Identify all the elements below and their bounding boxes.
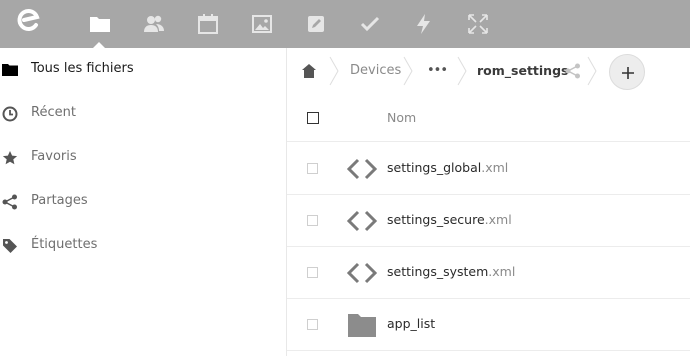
sidebar-item-label: Partages — [31, 193, 88, 208]
file-name[interactable]: settings_global.xml — [387, 160, 508, 175]
breadcrumb-separator — [457, 56, 467, 86]
sidebar-item-tags[interactable]: Étiquettes — [0, 224, 286, 268]
new-button[interactable] — [609, 54, 645, 90]
file-extension: .xml — [481, 160, 509, 175]
file-basename: app_list — [387, 316, 436, 331]
sidebar-item-shares[interactable]: Partages — [0, 180, 286, 224]
file-checkbox[interactable] — [307, 215, 318, 226]
checkmark-icon[interactable] — [358, 12, 382, 36]
tag-icon — [2, 238, 18, 254]
code-file-icon — [347, 260, 377, 286]
share-icon[interactable] — [565, 63, 581, 79]
file-checkbox[interactable] — [307, 267, 318, 278]
star-icon — [2, 150, 18, 166]
sidebar-item-label: Tous les fichiers — [31, 61, 134, 76]
sidebar: Tous les fichiers Récent Favoris Partage… — [0, 48, 287, 356]
file-extension: .xml — [484, 212, 512, 227]
sidebar-item-label: Récent — [31, 105, 76, 120]
sidebar-item-label: Étiquettes — [31, 237, 98, 252]
sidebar-item-all-files[interactable]: Tous les fichiers — [0, 48, 286, 92]
folder-icon — [347, 312, 377, 338]
file-list: Nom settings_global.xml settings_secure.… — [287, 96, 690, 356]
file-row[interactable]: settings_system.xml — [287, 247, 690, 299]
file-list-header: Nom — [287, 96, 690, 142]
clock-icon — [2, 106, 18, 122]
file-name[interactable]: app_list — [387, 316, 435, 331]
file-checkbox[interactable] — [307, 319, 318, 330]
file-row[interactable]: settings_global.xml — [287, 143, 690, 195]
file-basename: settings_system — [387, 264, 489, 279]
image-icon[interactable] — [250, 12, 274, 36]
home-icon[interactable] — [301, 63, 317, 79]
breadcrumb: Devices ••• rom_settings — [287, 48, 690, 96]
breadcrumb-separator — [403, 56, 413, 86]
breadcrumb-separator — [329, 56, 339, 86]
breadcrumb-current-folder[interactable]: rom_settings — [477, 63, 568, 78]
top-header — [0, 0, 690, 48]
file-basename: settings_global — [387, 160, 482, 175]
expand-icon[interactable] — [466, 12, 490, 36]
calendar-icon[interactable] — [196, 12, 220, 36]
file-row[interactable]: settings_secure.xml — [287, 195, 690, 247]
breadcrumb-separator — [587, 56, 597, 86]
code-file-icon — [347, 208, 377, 234]
breadcrumb-devices[interactable]: Devices — [350, 63, 401, 78]
file-checkbox[interactable] — [307, 163, 318, 174]
plus-icon — [622, 67, 634, 79]
folder-icon — [2, 62, 18, 78]
file-name[interactable]: settings_secure.xml — [387, 212, 512, 227]
file-row[interactable]: app_list — [287, 299, 690, 351]
edit-icon[interactable] — [304, 12, 328, 36]
file-basename: settings_secure — [387, 212, 485, 227]
code-file-icon — [347, 156, 377, 182]
file-name[interactable]: settings_system.xml — [387, 264, 515, 279]
breadcrumb-more[interactable]: ••• — [427, 63, 448, 78]
select-all-checkbox[interactable] — [307, 112, 319, 124]
share-icon — [2, 194, 18, 210]
logo-icon[interactable] — [14, 6, 44, 36]
file-extension: .xml — [488, 264, 516, 279]
sidebar-item-recent[interactable]: Récent — [0, 92, 286, 136]
sidebar-item-favorites[interactable]: Favoris — [0, 136, 286, 180]
contacts-icon[interactable] — [142, 12, 166, 36]
lightning-icon[interactable] — [412, 12, 436, 36]
sidebar-item-label: Favoris — [31, 149, 77, 164]
column-header-name[interactable]: Nom — [387, 110, 416, 125]
files-app-folder-icon[interactable] — [88, 12, 112, 36]
